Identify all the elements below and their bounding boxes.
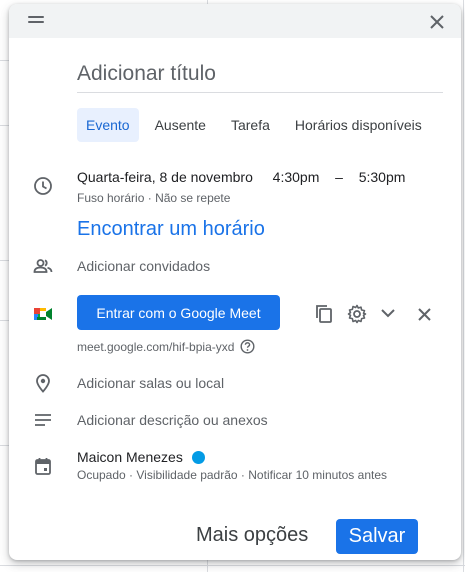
quick-event-dialog: Evento Ausente Tarefa Horários disponíve…	[9, 4, 461, 560]
calendar-owner[interactable]: Maicon Menezes	[77, 449, 205, 465]
tab-ausente[interactable]: Ausente	[146, 108, 215, 142]
event-type-tabs: Evento Ausente Tarefa Horários disponíve…	[77, 108, 438, 142]
tab-evento[interactable]: Evento	[77, 108, 139, 142]
timezone-repeat-line: Fuso horário · Não se repete	[77, 191, 230, 205]
add-guests-input[interactable]: Adicionar convidados	[77, 258, 210, 274]
visibility-setting[interactable]: Visibilidade padrão	[136, 468, 237, 482]
gear-icon	[347, 304, 367, 324]
meet-link-row: meet.google.com/hif-bpia-yxd	[77, 339, 255, 354]
more-options-button[interactable]: Mais opções	[196, 524, 308, 547]
drag-handle-icon[interactable]	[28, 16, 44, 26]
meet-settings-button[interactable]	[347, 304, 367, 324]
repeat-select[interactable]: Não se repete	[155, 191, 230, 205]
tab-tarefa[interactable]: Tarefa	[222, 108, 279, 142]
owner-name: Maicon Menezes	[77, 449, 183, 465]
add-location-input[interactable]: Adicionar salas ou local	[77, 375, 224, 391]
notification-setting[interactable]: Notificar 10 minutos antes	[248, 468, 387, 482]
title-input[interactable]	[77, 56, 443, 93]
meet-expand-button[interactable]	[381, 308, 395, 328]
clock-icon	[33, 176, 53, 196]
close-icon	[430, 15, 444, 29]
remove-meet-button[interactable]	[418, 308, 431, 328]
join-google-meet-button[interactable]: Entrar com o Google Meet	[77, 295, 280, 330]
event-date[interactable]: Quarta-feira, 8 de novembro	[77, 169, 253, 185]
event-start-time[interactable]: 4:30pm	[273, 169, 320, 185]
dialog-header	[9, 4, 461, 38]
copy-icon	[316, 305, 332, 323]
tab-horarios-disponiveis[interactable]: Horários disponíveis	[286, 108, 431, 142]
owner-meta-line: Ocupado · Visibilidade padrão · Notifica…	[77, 468, 387, 482]
time-separator: –	[335, 169, 343, 185]
close-button[interactable]	[425, 10, 449, 34]
meet-link[interactable]: meet.google.com/hif-bpia-yxd	[77, 340, 234, 354]
find-time-link[interactable]: Encontrar um horário	[77, 218, 265, 241]
copy-button[interactable]	[315, 304, 333, 324]
event-end-time[interactable]: 5:30pm	[359, 169, 406, 185]
calendar-icon	[33, 456, 53, 476]
people-icon	[33, 256, 53, 276]
timezone-link[interactable]: Fuso horário	[77, 191, 144, 205]
separator-dot: ·	[147, 191, 156, 205]
help-icon[interactable]	[240, 339, 255, 354]
remove-icon	[418, 308, 431, 321]
add-description-input[interactable]: Adicionar descrição ou anexos	[77, 412, 268, 428]
location-pin-icon	[33, 373, 53, 393]
description-icon	[33, 412, 53, 432]
save-button[interactable]: Salvar	[336, 519, 418, 554]
availability-status[interactable]: Ocupado	[77, 468, 126, 482]
google-meet-icon	[33, 305, 53, 325]
event-datetime: Quarta-feira, 8 de novembro 4:30pm – 5:3…	[77, 169, 405, 185]
calendar-color-dot	[191, 450, 205, 464]
chevron-down-icon	[381, 309, 395, 318]
